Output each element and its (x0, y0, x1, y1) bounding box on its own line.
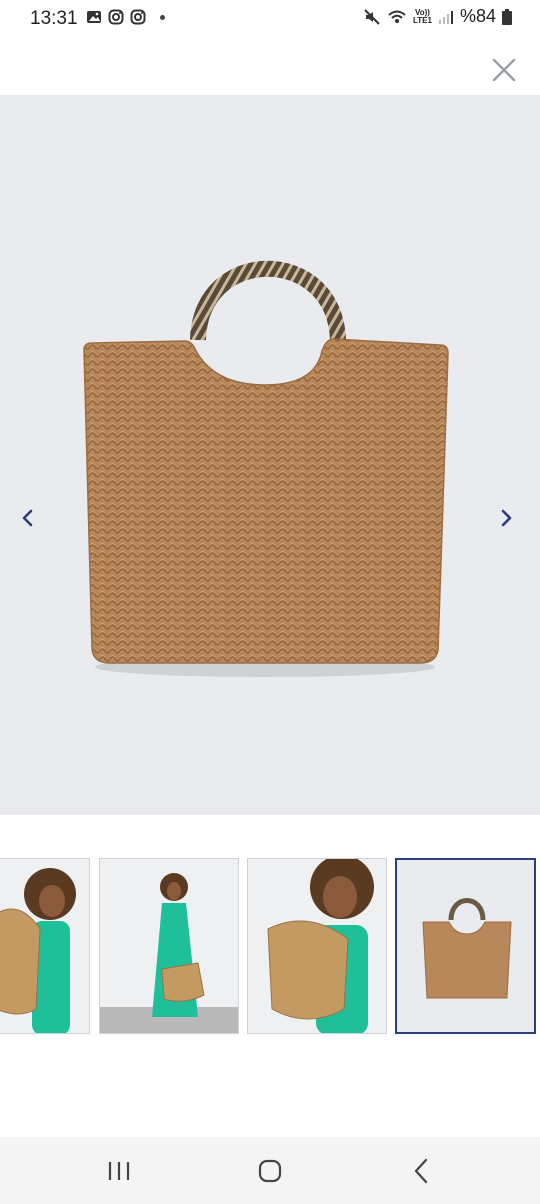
thumbnail-model-full-length-with-bag[interactable] (99, 858, 239, 1034)
chevron-right-icon (501, 509, 512, 527)
back-button[interactable] (404, 1155, 440, 1187)
wifi-icon (388, 10, 406, 23)
thumbnail-image (397, 860, 534, 1032)
mute-icon (364, 8, 380, 25)
status-notification-icons (86, 9, 165, 25)
chevron-left-icon (22, 509, 33, 527)
thumbnail-image (0, 859, 89, 1033)
thumbnail-model-side-with-bag[interactable] (0, 858, 90, 1034)
battery-icon (502, 8, 512, 25)
status-time: 13:31 (30, 8, 78, 29)
status-system-icons: Vo)) LTE1 %84 (363, 6, 512, 27)
close-button[interactable] (488, 54, 520, 86)
signal-icon (438, 10, 453, 24)
thumbnail-image (100, 859, 238, 1033)
notification-dot (160, 14, 165, 20)
network-type-label: Vo)) LTE1 (413, 7, 432, 25)
recent-apps-icon (108, 1162, 130, 1180)
previous-image-button[interactable] (12, 503, 42, 533)
system-navigation-bar (0, 1137, 540, 1204)
straw-tote-bag-image (83, 260, 449, 677)
back-icon (414, 1158, 428, 1184)
thumbnail-bag-product-shot[interactable] (395, 858, 536, 1034)
thumbnail-strip (0, 858, 540, 1036)
instagram-icon (130, 9, 146, 25)
status-bar: 13:31 Vo)) LTE1 %84 (0, 0, 540, 38)
next-image-button[interactable] (492, 503, 522, 533)
close-icon (492, 58, 516, 82)
product-image-viewer[interactable] (0, 95, 540, 815)
thumbnail-model-bag-on-shoulder[interactable] (247, 858, 387, 1034)
battery-level: %84 (459, 6, 496, 26)
gallery-icon (87, 11, 101, 23)
instagram-icon (108, 9, 124, 25)
thumbnail-image (248, 859, 386, 1033)
recent-apps-button[interactable] (101, 1155, 137, 1187)
home-button[interactable] (252, 1155, 288, 1187)
home-icon (258, 1159, 282, 1183)
